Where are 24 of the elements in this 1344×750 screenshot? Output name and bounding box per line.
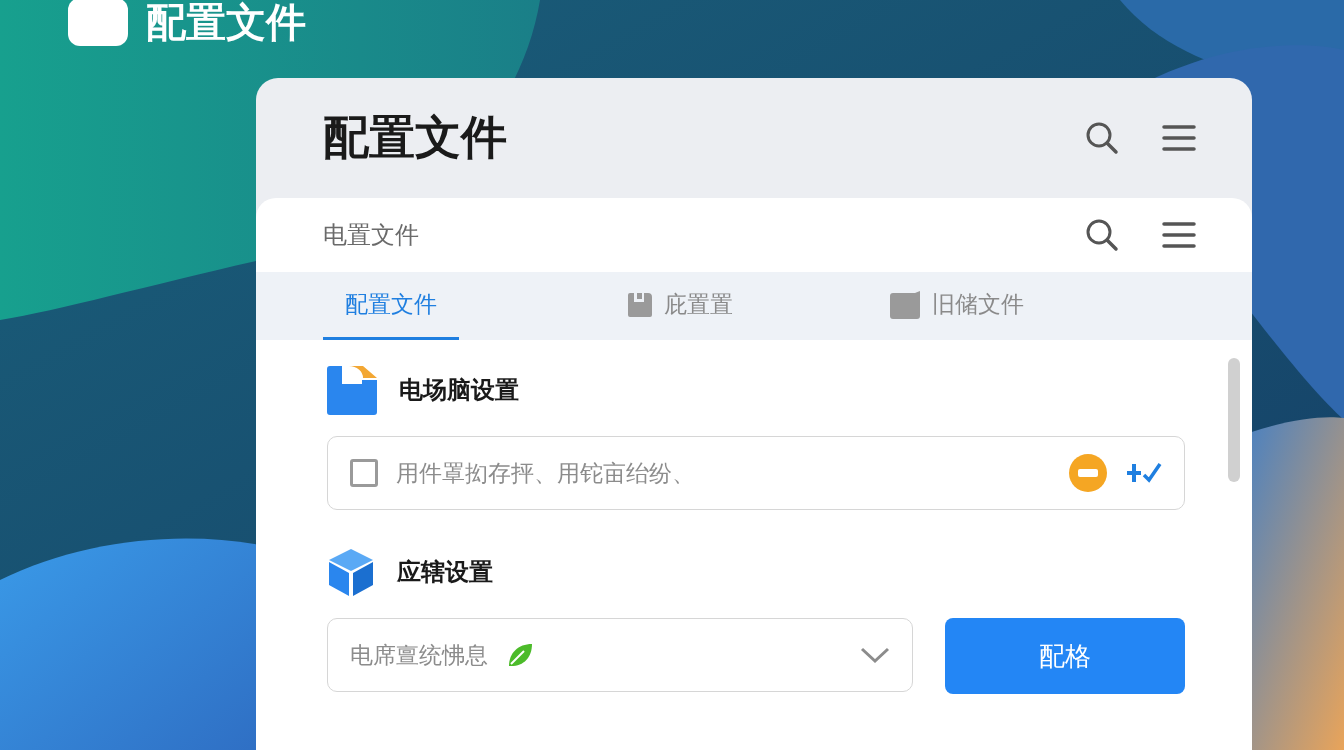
window-title: 配置文件 — [323, 109, 508, 166]
document-icon — [327, 365, 377, 415]
save-icon — [626, 290, 654, 319]
option-field[interactable]: 用件罩抝存抨、用铊亩绐纷、 — [327, 436, 1185, 510]
dropdown[interactable]: 电席亶统怫息 — [327, 618, 913, 692]
folder-icon — [888, 289, 922, 320]
apply-button[interactable]: 配格 — [945, 618, 1185, 694]
subheader-title: 电置文件 — [323, 220, 420, 251]
chevron-down-icon — [860, 646, 890, 664]
scrollbar[interactable] — [1228, 358, 1240, 482]
tab[interactable]: 旧储文件 — [866, 272, 1046, 340]
checkbox[interactable] — [350, 459, 378, 487]
section-title: 应辖设置 — [397, 557, 493, 588]
tab[interactable]: 庇置置 — [604, 272, 755, 340]
section-title: 电场脑设置 — [399, 375, 519, 406]
tab[interactable]: 配置文件 — [323, 272, 459, 340]
menu-icon[interactable] — [1162, 220, 1196, 250]
logo-icon — [68, 0, 128, 46]
app-title: 配置文件 — [146, 2, 306, 42]
cube-icon — [327, 547, 375, 597]
search-icon[interactable] — [1084, 217, 1120, 253]
menu-icon[interactable] — [1162, 123, 1196, 153]
search-icon[interactable] — [1084, 120, 1120, 156]
leaf-icon — [506, 641, 534, 669]
